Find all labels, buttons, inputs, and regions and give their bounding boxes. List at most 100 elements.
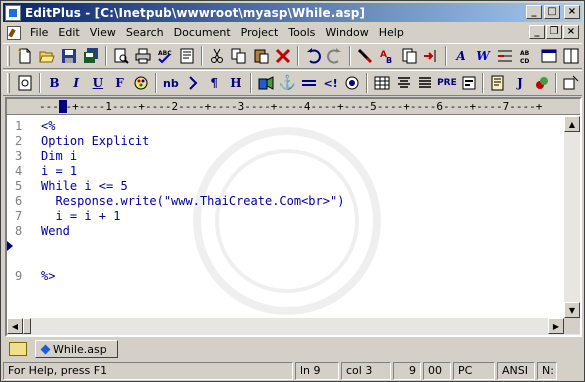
code-line-current[interactable]: 9 %>	[7, 239, 567, 283]
menu-search[interactable]: Search	[121, 24, 169, 41]
center-align-icon[interactable]	[393, 72, 415, 94]
find-in-files-icon[interactable]	[398, 45, 420, 67]
open-folder-icon[interactable]	[36, 45, 58, 67]
save-icon[interactable]	[58, 45, 80, 67]
font-tag-button[interactable]: F	[109, 72, 131, 94]
spell-check-icon[interactable]: ABC	[154, 45, 176, 67]
ruler-icon[interactable]: AB CD	[516, 45, 538, 67]
svg-text:ABC: ABC	[158, 50, 172, 57]
line-break-icon[interactable]	[182, 72, 204, 94]
copy-icon[interactable]	[228, 45, 250, 67]
status-encoding: ANSI	[497, 362, 535, 380]
paragraph-icon[interactable]: ¶	[203, 72, 225, 94]
line-number: 1	[15, 119, 23, 133]
menu-tools[interactable]: Tools	[283, 24, 320, 41]
print-icon[interactable]	[132, 45, 154, 67]
bold-button[interactable]: B	[44, 72, 66, 94]
image-icon[interactable]	[255, 72, 277, 94]
document-icon[interactable]	[7, 25, 21, 40]
paste-icon[interactable]	[250, 45, 272, 67]
font-icon[interactable]: A	[450, 45, 472, 67]
scroll-up-button[interactable]: ▲	[564, 116, 580, 132]
scroll-left-button[interactable]: ◀	[7, 318, 23, 334]
code-line[interactable]: 8 Wend	[7, 224, 567, 239]
tile-icon[interactable]	[560, 45, 582, 67]
new-file-icon[interactable]	[14, 45, 36, 67]
menu-project[interactable]: Project	[236, 24, 284, 41]
toolbar-grip[interactable]	[7, 46, 10, 66]
menu-help[interactable]: Help	[374, 24, 409, 41]
code-line[interactable]: 4 i = 1	[7, 164, 567, 179]
app-icon[interactable]	[5, 4, 21, 21]
browser-icon[interactable]	[176, 45, 198, 67]
italic-button[interactable]: I	[65, 72, 87, 94]
file-type-icon	[40, 344, 51, 354]
maximize-button[interactable]: □	[544, 5, 560, 19]
print-preview-icon[interactable]	[110, 45, 132, 67]
folder-icon[interactable]	[9, 342, 27, 356]
goto-icon[interactable]	[420, 45, 442, 67]
close-button[interactable]: ×	[564, 5, 580, 19]
comment-icon[interactable]: <!	[320, 72, 342, 94]
code-line[interactable]: 2 Option Explicit	[7, 134, 567, 149]
menu-bar: File Edit View Search Document Project T…	[3, 23, 582, 42]
code-line[interactable]: 5 While i <= 5	[7, 179, 567, 194]
justify-icon[interactable]	[414, 72, 436, 94]
scroll-thumb[interactable]	[23, 318, 31, 334]
code-line[interactable]: 3 Dim i	[7, 149, 567, 164]
underline-button[interactable]: U	[87, 72, 109, 94]
menu-edit[interactable]: Edit	[53, 24, 84, 41]
status-mode: PC	[453, 362, 495, 380]
script-icon[interactable]	[487, 72, 509, 94]
doc-minimize-button[interactable]: _	[529, 25, 545, 39]
menu-document[interactable]: Document	[169, 24, 236, 41]
redo-icon[interactable]	[324, 45, 346, 67]
table-icon[interactable]	[371, 72, 393, 94]
anchor-icon[interactable]: ⚓	[276, 72, 298, 94]
window-list-icon[interactable]	[538, 45, 560, 67]
line-number-icon[interactable]	[494, 45, 516, 67]
find-icon[interactable]	[354, 45, 376, 67]
save-all-icon[interactable]	[80, 45, 102, 67]
code-line[interactable]: 1 <%	[7, 119, 567, 134]
misc-tag-icon[interactable]	[341, 72, 363, 94]
scroll-down-button[interactable]: ▼	[564, 302, 580, 318]
replace-icon[interactable]: AB	[376, 45, 398, 67]
minimize-button[interactable]: _	[526, 5, 542, 19]
code-line[interactable]: 7 i = i + 1	[7, 209, 567, 224]
css-icon[interactable]	[531, 72, 553, 94]
nbsp-button[interactable]: nb	[160, 72, 182, 94]
html-page-icon[interactable]	[14, 72, 36, 94]
menu-view[interactable]: View	[85, 24, 121, 41]
svg-text:CD: CD	[520, 58, 529, 64]
delete-icon[interactable]	[272, 45, 294, 67]
doc-close-button[interactable]: ×	[563, 25, 579, 39]
window-title: EditPlus - [C:\Inetpub\wwwroot\myasp\Whi…	[25, 5, 366, 20]
more-tools-icon[interactable]	[560, 72, 582, 94]
code-line[interactable]: 6 Response.write("www.ThaiCreate.Com<br>…	[7, 194, 567, 209]
file-tab[interactable]: While.asp	[35, 340, 118, 358]
cut-icon[interactable]	[206, 45, 228, 67]
horizontal-rule-icon[interactable]	[298, 72, 320, 94]
menu-file[interactable]: File	[25, 24, 53, 41]
toolbar-grip[interactable]	[7, 73, 10, 93]
scroll-right-button[interactable]: ▶	[548, 318, 564, 334]
line-text: %>	[41, 269, 56, 283]
color-picker-icon[interactable]	[130, 72, 152, 94]
nbsp-label: nb	[162, 76, 179, 90]
menu-window[interactable]: Window	[320, 24, 373, 41]
javascript-button[interactable]: J	[509, 72, 531, 94]
undo-icon[interactable]	[302, 45, 324, 67]
heading-icon[interactable]: H	[225, 72, 247, 94]
pre-button[interactable]: PRE	[436, 72, 458, 94]
javascript-label: J	[517, 76, 523, 90]
line-text: Response.write("www.ThaiCreate.Com<br>")	[41, 194, 345, 208]
column-ruler: -----+----1----+----2----+----3----+----…	[7, 99, 580, 115]
doc-restore-button[interactable]: ❐	[546, 25, 562, 39]
horizontal-scrollbar[interactable]: ◀ ▶	[7, 318, 580, 335]
editor-pane[interactable]: -----+----1----+----2----+----3----+----…	[5, 97, 582, 337]
vertical-scrollbar[interactable]: ▲ ▼	[564, 116, 580, 318]
word-wrap-icon[interactable]: W	[472, 45, 494, 67]
form-icon[interactable]	[458, 72, 480, 94]
code-area[interactable]: 1 <% 2 Option Explicit 3 Dim i 4 i = 1 5 Whil…	[7, 116, 567, 318]
